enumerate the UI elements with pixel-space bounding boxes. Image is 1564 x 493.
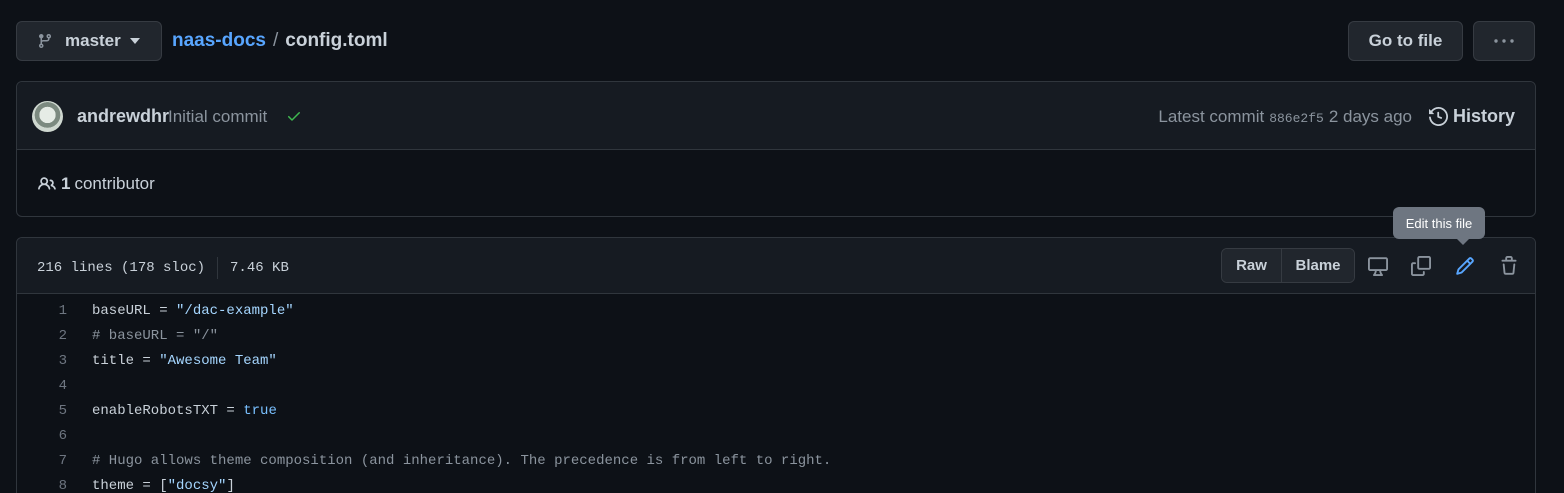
file-lines-info: 216 lines (178 sloc): [37, 260, 206, 276]
caret-down-icon: [129, 38, 140, 44]
code-line: 3 title = "Awesome Team": [17, 348, 1535, 373]
line-number[interactable]: 6: [17, 428, 67, 444]
desktop-icon: [1368, 257, 1388, 276]
file-size: 7.46 KB: [230, 260, 289, 276]
pencil-icon: [1456, 257, 1474, 275]
line-number[interactable]: 4: [17, 378, 67, 394]
code-token: enableRobotsTXT =: [92, 402, 244, 419]
line-number[interactable]: 3: [17, 353, 67, 369]
edit-file-tooltip: Edit this file: [1393, 207, 1485, 245]
commit-author-link[interactable]: andrewdhr: [77, 106, 169, 127]
history-button[interactable]: History: [1428, 106, 1515, 127]
code-token: "Awesome Team": [159, 352, 277, 369]
file-viewer: 216 lines (178 sloc) 7.46 KB Raw Blame 1…: [16, 237, 1536, 493]
latest-commit-box: andrewdhr Initial commit Latest commit 8…: [16, 81, 1536, 217]
code-token: # Hugo allows theme composition (and inh…: [92, 452, 832, 469]
code-token: # baseURL = "/": [92, 327, 219, 344]
contributor-count: 1: [61, 174, 71, 193]
line-content: title = "Awesome Team": [67, 353, 277, 369]
contributors-link[interactable]: 1 contributor: [37, 174, 155, 194]
branch-select-button[interactable]: master: [16, 21, 162, 61]
history-icon: [1428, 107, 1448, 126]
contributor-label: contributor: [74, 174, 155, 193]
commit-time: 2 days ago: [1328, 107, 1412, 126]
delete-file-button[interactable]: [1497, 254, 1521, 278]
line-content: enableRobotsTXT = true: [67, 403, 277, 419]
go-to-file-button[interactable]: Go to file: [1348, 21, 1463, 61]
branch-name: master: [65, 31, 121, 50]
code-view: 1 baseURL = "/dac-example" 2 # baseURL = "/…: [17, 294, 1535, 493]
history-label: History: [1452, 106, 1515, 126]
file-info: 216 lines (178 sloc) 7.46 KB: [37, 257, 289, 279]
breadcrumb-file-name: config.toml: [285, 30, 388, 51]
code-token: true: [243, 402, 277, 419]
line-number[interactable]: 5: [17, 403, 67, 419]
commit-message-link[interactable]: Initial commit: [168, 107, 267, 127]
breadcrumb-separator: /: [272, 30, 279, 51]
copy-icon: [1411, 256, 1431, 276]
code-line: 6: [17, 423, 1535, 448]
code-token: ]: [226, 477, 235, 493]
edit-file-button[interactable]: [1453, 254, 1477, 278]
code-line: 4: [17, 373, 1535, 398]
desktop-open-button[interactable]: [1366, 254, 1390, 278]
divider: [217, 257, 219, 279]
people-icon: [38, 177, 56, 190]
code-token: baseURL =: [92, 302, 177, 319]
blame-button[interactable]: Blame: [1282, 249, 1354, 282]
breadcrumb-repo-link[interactable]: naas-docs: [172, 30, 266, 52]
line-number[interactable]: 8: [17, 478, 67, 493]
raw-blame-group: Raw Blame: [1221, 248, 1355, 283]
code-line: 1 baseURL = "/dac-example": [17, 298, 1535, 323]
code-line: 2 # baseURL = "/": [17, 323, 1535, 348]
file-navigation: master naas-docs / config.toml Go to fil…: [16, 21, 1535, 61]
code-token: theme = [: [92, 477, 168, 493]
breadcrumb: naas-docs / config.toml: [172, 21, 388, 61]
line-number[interactable]: 1: [17, 303, 67, 319]
line-content: baseURL = "/dac-example": [67, 303, 294, 319]
code-line: 5 enableRobotsTXT = true: [17, 398, 1535, 423]
file-header: 216 lines (178 sloc) 7.46 KB Raw Blame: [17, 238, 1535, 294]
latest-commit-label: Latest commit: [1158, 107, 1265, 126]
line-content: # baseURL = "/": [67, 328, 218, 344]
code-line: 7 # Hugo allows theme composition (and in…: [17, 448, 1535, 473]
latest-commit-info: Latest commit 886e2f5 2 days ago: [1158, 107, 1412, 127]
contributors-row: 1 contributor: [17, 150, 1535, 216]
check-icon[interactable]: [285, 108, 303, 124]
code-token: title =: [92, 352, 160, 369]
more-options-button[interactable]: [1473, 21, 1535, 61]
line-content: # Hugo allows theme composition (and inh…: [67, 453, 831, 469]
line-content: theme = ["docsy"]: [67, 478, 235, 493]
code-token: "/dac-example": [176, 302, 294, 319]
copy-raw-button[interactable]: [1409, 254, 1433, 278]
line-number[interactable]: 2: [17, 328, 67, 344]
trash-icon: [1501, 256, 1517, 275]
commit-sha-link[interactable]: 886e2f5: [1269, 111, 1324, 126]
avatar[interactable]: [32, 101, 63, 132]
commit-row: andrewdhr Initial commit Latest commit 8…: [17, 82, 1535, 150]
git-branch-icon: [38, 34, 51, 49]
raw-button[interactable]: Raw: [1222, 249, 1282, 282]
kebab-horizontal-icon: [1494, 39, 1514, 43]
code-line: 8 theme = ["docsy"]: [17, 473, 1535, 493]
code-token: "docsy": [167, 477, 227, 493]
line-number[interactable]: 7: [17, 453, 67, 469]
